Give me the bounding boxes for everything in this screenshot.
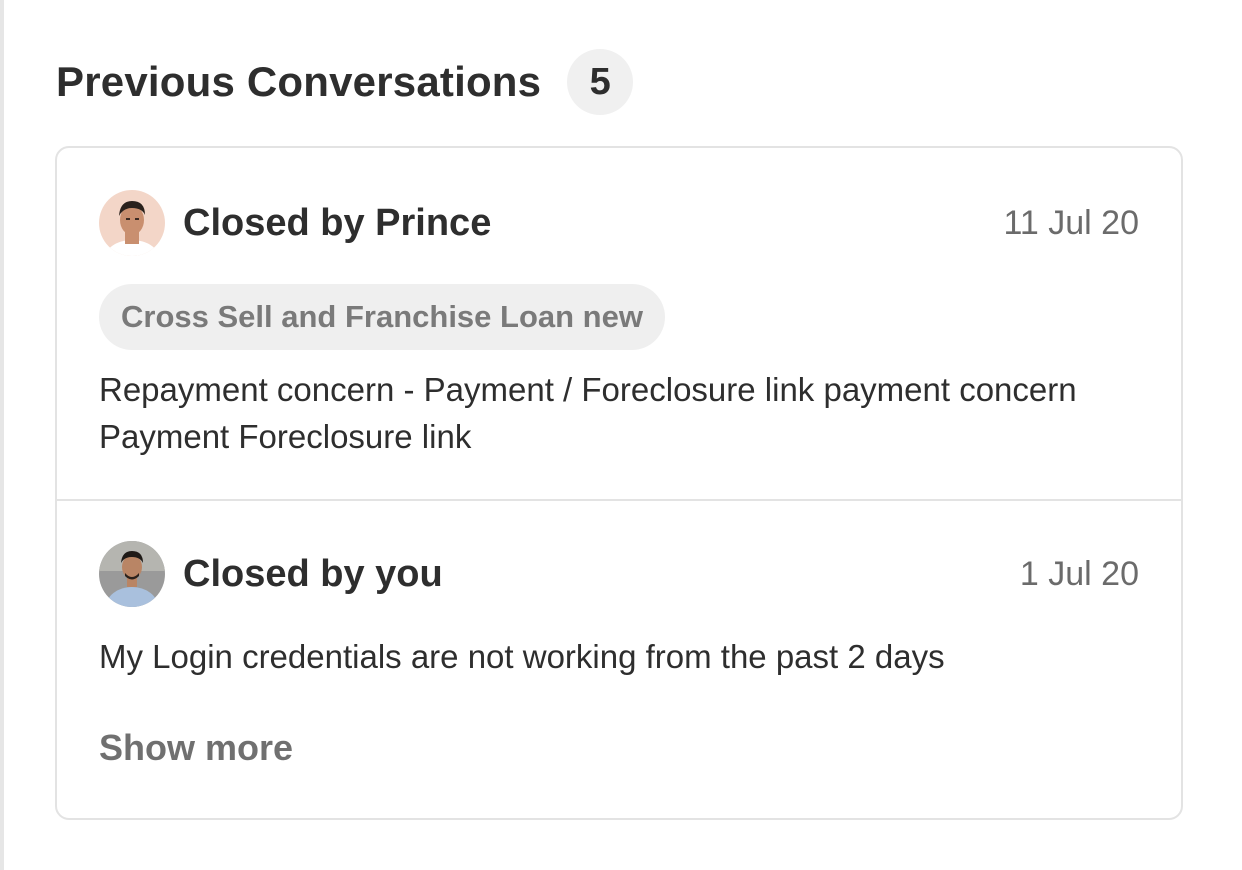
conversation-item[interactable]: Closed by you 1 Jul 20 My Login credenti… bbox=[57, 501, 1181, 818]
section-title: Previous Conversations bbox=[56, 58, 542, 105]
person-avatar-icon bbox=[99, 541, 165, 607]
conversation-header: Closed by you 1 Jul 20 bbox=[99, 541, 1139, 607]
conversation-item[interactable]: Closed by Prince 11 Jul 20 Cross Sell an… bbox=[57, 148, 1181, 501]
conversation-date: 1 Jul 20 bbox=[1019, 554, 1139, 593]
conversations-card: Closed by Prince 11 Jul 20 Cross Sell an… bbox=[55, 146, 1183, 820]
section-header: Previous Conversations 5 bbox=[56, 48, 634, 116]
closed-by-label: Closed by Prince bbox=[183, 201, 492, 244]
conversation-summary: My Login credentials are not working fro… bbox=[99, 638, 945, 675]
closed-by-label: Closed by you bbox=[183, 552, 443, 595]
conversation-date: 11 Jul 20 bbox=[1003, 203, 1139, 242]
conversation-tag: Cross Sell and Franchise Loan new bbox=[99, 284, 665, 350]
conversation-count-badge: 5 bbox=[567, 49, 634, 115]
conversation-summary: Repayment concern - Payment / Foreclosur… bbox=[99, 371, 1077, 455]
conversation-header: Closed by Prince 11 Jul 20 bbox=[99, 190, 1139, 256]
previous-conversations-panel: Previous Conversations 5 Closed by Princ… bbox=[0, 0, 1242, 870]
person-avatar-icon bbox=[99, 190, 165, 256]
panel-divider bbox=[0, 0, 4, 870]
show-more-link[interactable]: Show more bbox=[99, 727, 293, 769]
